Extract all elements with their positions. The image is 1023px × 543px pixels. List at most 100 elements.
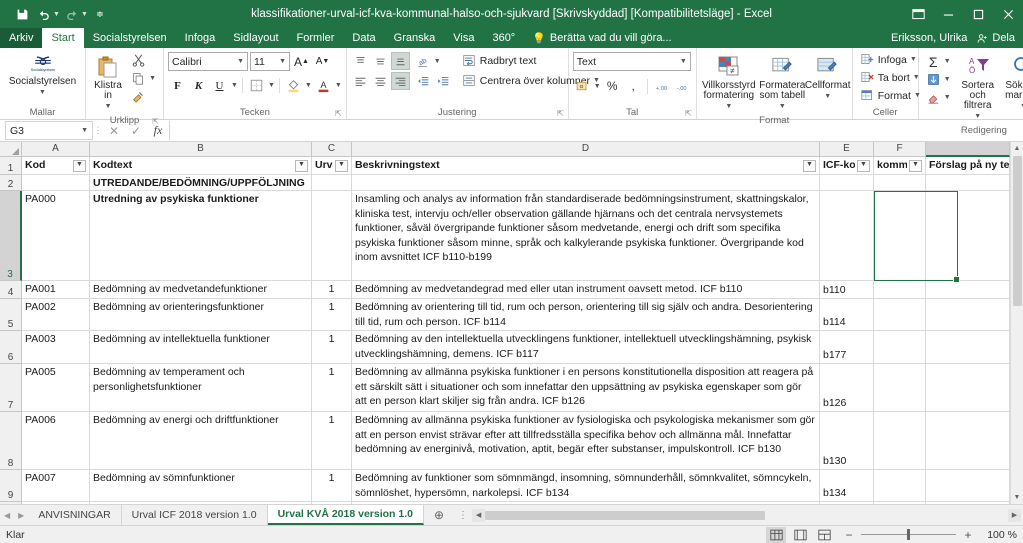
tab-sidlayout[interactable]: Sidlayout bbox=[224, 28, 287, 48]
customize-qat-icon[interactable]: ≑ bbox=[90, 4, 110, 24]
insert-cells-button[interactable]: Infoga ▼ bbox=[857, 51, 920, 68]
comma-style-button[interactable]: , bbox=[624, 77, 643, 95]
cell-g6[interactable] bbox=[926, 331, 1010, 363]
redo-icon[interactable] bbox=[62, 4, 82, 24]
filter-icon[interactable]: ▼ bbox=[73, 159, 86, 172]
tab-granska[interactable]: Granska bbox=[385, 28, 445, 48]
tab-start[interactable]: Start bbox=[42, 28, 84, 48]
column-header-g[interactable] bbox=[926, 142, 1010, 157]
align-right-button[interactable] bbox=[390, 72, 410, 90]
cell-e8[interactable]: b130 bbox=[820, 412, 874, 469]
cut-button[interactable] bbox=[128, 52, 159, 69]
cell-d5[interactable]: Bedömning av orientering till tid, rum o… bbox=[352, 299, 820, 330]
align-center-button[interactable] bbox=[371, 72, 390, 90]
cell-c6[interactable]: 1 bbox=[312, 331, 352, 363]
horizontal-scroll-track[interactable] bbox=[485, 508, 1008, 522]
cell-f8[interactable] bbox=[874, 412, 926, 469]
cell-e7[interactable]: b126 bbox=[820, 364, 874, 411]
borders-dropdown-icon[interactable]: ▼ bbox=[268, 82, 275, 89]
cell-b3[interactable]: Utredning av psykiska funktioner bbox=[90, 191, 312, 280]
cell-f2[interactable] bbox=[874, 175, 926, 190]
chevron-down-icon[interactable]: ▼ bbox=[39, 87, 46, 98]
tab-arkiv[interactable]: Arkiv bbox=[0, 28, 43, 48]
vertical-scrollbar[interactable]: ▲ ▼ bbox=[1010, 142, 1023, 504]
format-cells-button[interactable]: Format ▼ bbox=[857, 87, 924, 104]
cell-f10[interactable] bbox=[874, 502, 926, 504]
row-header-4[interactable]: 4 bbox=[0, 281, 22, 299]
redo-dropdown-icon[interactable]: ▼ bbox=[81, 11, 88, 18]
undo-dropdown-icon[interactable]: ▼ bbox=[53, 11, 60, 18]
row-header-6[interactable]: 6 bbox=[0, 331, 22, 364]
cell-d8[interactable]: Bedömning av allmänna psykiska funktione… bbox=[352, 412, 820, 469]
cell-d10[interactable]: Bedömning av att vidmakthålla uppmärksam… bbox=[352, 502, 820, 504]
column-header-a[interactable]: A bbox=[22, 142, 90, 157]
undo-icon[interactable] bbox=[34, 4, 54, 24]
format-as-table-button[interactable]: Formatera som tabell ▼ bbox=[757, 51, 808, 114]
cell-d4[interactable]: Bedömning av medvetandegrad med eller ut… bbox=[352, 281, 820, 298]
shrink-font-button[interactable]: A ▼ bbox=[313, 52, 332, 71]
font-size-combo[interactable]: 11 ▼ bbox=[250, 52, 290, 71]
italic-button[interactable]: K bbox=[189, 76, 208, 95]
number-format-combo[interactable]: Text ▼ bbox=[572, 52, 691, 71]
fill-color-dropdown-icon[interactable]: ▼ bbox=[305, 82, 312, 89]
chevron-down-icon[interactable]: ▼ bbox=[149, 75, 156, 82]
cell-f9[interactable] bbox=[874, 470, 926, 501]
filter-icon[interactable]: ▼ bbox=[857, 159, 870, 172]
vertical-scroll-thumb[interactable] bbox=[1012, 156, 1022, 306]
cell-g8[interactable] bbox=[926, 412, 1010, 469]
zoom-track[interactable] bbox=[861, 529, 956, 540]
percent-style-button[interactable]: % bbox=[603, 77, 622, 95]
cell-a9[interactable]: PA007 bbox=[22, 470, 90, 501]
sort-filter-button[interactable]: A Ö Sortera och filtrera ▼ bbox=[955, 51, 1001, 124]
chevron-down-icon[interactable]: ▼ bbox=[944, 76, 951, 83]
sheet-tab-anvisningar[interactable]: ANVISNINGAR bbox=[28, 505, 122, 525]
conditional-formatting-button[interactable]: ≠ Villkorsstyrd formatering ▼ bbox=[701, 51, 757, 114]
minimize-icon[interactable] bbox=[933, 0, 963, 28]
cell-a1[interactable]: Kod ▼ bbox=[22, 157, 90, 174]
cell-e3[interactable] bbox=[820, 191, 874, 280]
zoom-in-button[interactable]: + bbox=[963, 528, 973, 542]
tell-me-box[interactable]: 💡 Berätta vad du vill göra... bbox=[524, 28, 679, 48]
cell-a4[interactable]: PA001 bbox=[22, 281, 90, 298]
cell-e10[interactable]: b140 bbox=[820, 502, 874, 504]
ribbon-display-options-icon[interactable] bbox=[903, 0, 933, 28]
cell-g3[interactable] bbox=[926, 191, 1010, 280]
cell-e9[interactable]: b134 bbox=[820, 470, 874, 501]
align-bottom-button[interactable] bbox=[390, 52, 410, 70]
increase-indent-button[interactable] bbox=[434, 72, 453, 90]
cell-g7[interactable] bbox=[926, 364, 1010, 411]
scroll-down-icon[interactable]: ▼ bbox=[1011, 491, 1023, 504]
copy-button[interactable]: ▼ bbox=[128, 70, 159, 87]
dialog-launcher-icon[interactable]: ⇱ bbox=[557, 107, 564, 120]
format-painter-button[interactable] bbox=[128, 88, 159, 105]
cell-c3[interactable] bbox=[312, 191, 352, 280]
cell-a5[interactable]: PA002 bbox=[22, 299, 90, 330]
zoom-thumb[interactable] bbox=[907, 529, 910, 540]
cell-a8[interactable]: PA006 bbox=[22, 412, 90, 469]
bold-button[interactable]: F bbox=[168, 76, 187, 95]
tab-data[interactable]: Data bbox=[343, 28, 384, 48]
clear-button[interactable]: ▼ bbox=[923, 89, 954, 106]
row-header-9[interactable]: 9 bbox=[0, 470, 22, 502]
cell-d9[interactable]: Bedömning av funktioner som sömnmängd, i… bbox=[352, 470, 820, 501]
chevron-down-icon[interactable]: ▼ bbox=[675, 58, 687, 65]
cell-f4[interactable] bbox=[874, 281, 926, 298]
cell-b2[interactable]: UTREDANDE/BEDÖMNING/UPPFÖLJNING bbox=[90, 175, 312, 190]
cell-b4[interactable]: Bedömning av medvetandefunktioner bbox=[90, 281, 312, 298]
dialog-launcher-icon[interactable]: ⇱ bbox=[152, 115, 159, 128]
tab-visa[interactable]: Visa bbox=[444, 28, 483, 48]
cell-d1[interactable]: Beskrivningstext ▼ bbox=[352, 157, 820, 174]
tab-infoga[interactable]: Infoga bbox=[176, 28, 225, 48]
filter-icon[interactable]: ▼ bbox=[803, 159, 816, 172]
chevron-down-icon[interactable]: ▼ bbox=[725, 101, 732, 112]
align-middle-button[interactable] bbox=[371, 52, 390, 70]
align-left-button[interactable] bbox=[351, 72, 370, 90]
cell-f7[interactable] bbox=[874, 364, 926, 411]
cell-d6[interactable]: Bedömning av den intellektuella utveckli… bbox=[352, 331, 820, 363]
tab-socialstyrelsen[interactable]: Socialstyrelsen bbox=[84, 28, 176, 48]
cell-d2[interactable] bbox=[352, 175, 820, 190]
horizontal-scrollbar[interactable]: ◀ ▶ bbox=[472, 505, 1023, 525]
align-top-button[interactable] bbox=[351, 52, 370, 70]
autosum-button[interactable]: Σ ▼ bbox=[923, 53, 954, 70]
cell-c4[interactable]: 1 bbox=[312, 281, 352, 298]
